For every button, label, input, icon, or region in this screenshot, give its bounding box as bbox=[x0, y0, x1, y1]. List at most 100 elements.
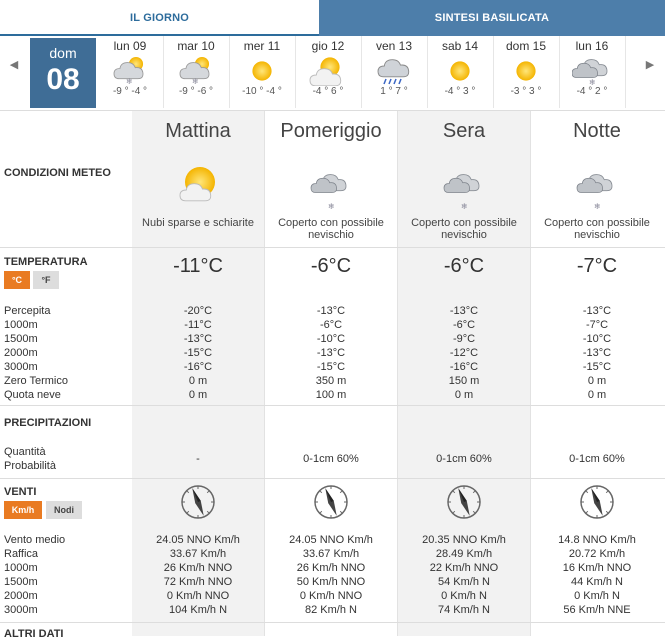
cloud-rain-icon bbox=[361, 54, 427, 86]
day-label: mar 10 bbox=[177, 39, 215, 53]
wind-values-sera: 20.35 NNO Km/h 28.49 Km/h 22 Km/h NNO 54 Km… bbox=[398, 533, 530, 617]
sun-cloud-icon bbox=[295, 54, 361, 87]
temp-value: -13°C bbox=[582, 305, 612, 317]
label-zero-termico: Zero Termico bbox=[4, 375, 68, 387]
temp-value: 0 m bbox=[587, 389, 607, 401]
temp-value: 0 m bbox=[454, 389, 474, 401]
next-arrow-icon[interactable]: ▶ bbox=[640, 58, 660, 71]
celsius-toggle[interactable]: °C bbox=[4, 271, 30, 289]
wind-value: 56 Km/h NNE bbox=[563, 604, 631, 616]
tab-il-giorno[interactable]: IL GIORNO bbox=[0, 0, 319, 36]
knots-toggle[interactable]: Nodi bbox=[46, 501, 82, 519]
temp-value: -13°C bbox=[316, 347, 346, 359]
wind-value: 50 Km/h NNO bbox=[296, 576, 366, 588]
svg-text:❄: ❄ bbox=[461, 202, 468, 210]
kmh-toggle[interactable]: Km/h bbox=[4, 501, 42, 519]
divider bbox=[0, 405, 665, 406]
temp-value: -15°C bbox=[183, 347, 213, 359]
wind-value: 0 Km/h N bbox=[574, 590, 620, 602]
wind-values-pomeriggio: 24.05 NNO Km/h 33.67 Km/h 26 Km/h NNO 50 Km… bbox=[265, 533, 397, 617]
day-label: mer 11 bbox=[243, 39, 281, 53]
prev-arrow-icon[interactable]: ◀ bbox=[4, 58, 24, 71]
day-temp-range: -9 ° -4 ° bbox=[112, 86, 148, 97]
temp-value: -6°C bbox=[452, 319, 476, 331]
section-conditions: CONDIZIONI METEO bbox=[4, 167, 111, 179]
day-label: gio 12 bbox=[311, 39, 345, 53]
day-0[interactable]: lun 09 ❄ -9 ° -4 ° bbox=[97, 36, 164, 108]
day-temp-range: -3 ° 3 ° bbox=[510, 86, 542, 97]
temp-value: -13°C bbox=[316, 305, 346, 317]
temp-pomeriggio: -6°C bbox=[310, 255, 352, 277]
temp-value: -15°C bbox=[316, 361, 346, 373]
temp-values-notte: -13°C -7°C -10°C -13°C -15°C 0 m 0 m bbox=[531, 304, 663, 402]
day-temp-range: -10 ° -4 ° bbox=[242, 86, 282, 97]
section-precipitation: PRECIPITAZIONI bbox=[4, 417, 92, 429]
temp-value: -20°C bbox=[183, 305, 213, 317]
day-temp-range: -4 ° 6 ° bbox=[312, 86, 344, 97]
label-1000m: 1000m bbox=[4, 562, 38, 574]
wind-value: 104 Km/h N bbox=[168, 604, 228, 616]
temp-value: 150 m bbox=[448, 375, 480, 387]
precip-mattina: - bbox=[196, 453, 200, 465]
wind-value: 24.05 NNO Km/h bbox=[156, 534, 240, 546]
label-percepita: Percepita bbox=[4, 305, 51, 317]
wind-value: 82 Km/h N bbox=[305, 604, 357, 616]
temp-value: -12°C bbox=[449, 347, 479, 359]
day-7[interactable]: lun 16 ❄ -4 ° 2 ° bbox=[559, 36, 626, 108]
temp-value: -15°C bbox=[582, 361, 612, 373]
temp-value: 0 m bbox=[188, 375, 208, 387]
day-4[interactable]: ven 13 1 ° 7 ° bbox=[361, 36, 428, 108]
wind-value: 28.49 Km/h bbox=[435, 548, 493, 560]
temp-value: -13°C bbox=[449, 305, 479, 317]
day-label: lun 16 bbox=[575, 39, 609, 53]
label-quantita: Quantità bbox=[4, 446, 46, 458]
day-label: dom 15 bbox=[505, 39, 547, 53]
period-notte: Notte bbox=[573, 120, 621, 142]
day-1[interactable]: mar 10 ❄ -9 ° -6 ° bbox=[163, 36, 230, 108]
temp-value: -10°C bbox=[316, 333, 346, 345]
wind-value: 20.72 Km/h bbox=[568, 548, 626, 560]
temp-values-sera: -13°C -6°C -9°C -12°C -16°C 150 m 0 m bbox=[398, 304, 530, 402]
divider bbox=[0, 622, 665, 623]
wind-value: 33.67 Km/h bbox=[302, 548, 360, 560]
section-temperature: TEMPERATURA bbox=[4, 256, 88, 268]
cloud-snow-icon: ❄ bbox=[398, 160, 530, 211]
day-temp-range: -4 ° 3 ° bbox=[444, 86, 476, 97]
temp-value: 100 m bbox=[315, 389, 347, 401]
temp-mattina: -11°C bbox=[173, 255, 223, 277]
wind-value: 44 Km/h N bbox=[571, 576, 623, 588]
label-raffica: Raffica bbox=[4, 548, 39, 560]
wind-value: 72 Km/h NNO bbox=[163, 576, 233, 588]
day-label: sab 14 bbox=[441, 39, 479, 53]
day-3[interactable]: gio 12 -4 ° 6 ° bbox=[295, 36, 362, 108]
label-1000m: 1000m bbox=[4, 319, 38, 331]
sun-icon bbox=[427, 54, 493, 86]
label-2000m: 2000m bbox=[4, 347, 38, 359]
day-2[interactable]: mer 11 -10 ° -4 ° bbox=[229, 36, 296, 108]
wind-value: 20.35 NNO Km/h bbox=[422, 534, 506, 546]
temp-value: -6°C bbox=[319, 319, 343, 331]
cloud-snow-icon: ❄ bbox=[559, 54, 625, 87]
precip-pomeriggio: 0-1cm 60% bbox=[303, 453, 359, 465]
wind-row-labels: Vento medio Raffica 1000m 1500m 2000m 30… bbox=[4, 533, 65, 617]
sun-cloud-icon bbox=[132, 160, 264, 210]
section-wind: VENTI bbox=[4, 486, 37, 498]
wind-values-mattina: 24.05 NNO Km/h 33.67 Km/h 26 Km/h NNO 72 Km… bbox=[132, 533, 264, 617]
day-6[interactable]: dom 15 -3 ° 3 ° bbox=[493, 36, 560, 108]
day-label: ven 13 bbox=[375, 39, 413, 53]
today-card[interactable]: dom 08 bbox=[30, 38, 96, 108]
tab-sintesi-basilicata[interactable]: SINTESI BASILICATA bbox=[319, 0, 665, 36]
day-label: lun 09 bbox=[113, 39, 147, 53]
condition-text: Coperto con possibile nevischio bbox=[278, 217, 384, 241]
label-3000m: 3000m bbox=[4, 361, 38, 373]
temp-value: -7°C bbox=[585, 319, 609, 331]
fahrenheit-toggle[interactable]: °F bbox=[33, 271, 59, 289]
day-temp-range: -9 ° -6 ° bbox=[178, 86, 214, 97]
sun-icon bbox=[229, 54, 295, 86]
svg-text:❄: ❄ bbox=[589, 78, 596, 86]
temp-value: 0 m bbox=[188, 389, 208, 401]
day-temp-range: -4 ° 2 ° bbox=[576, 86, 608, 97]
wind-value: 0 Km/h N bbox=[441, 590, 487, 602]
day-5[interactable]: sab 14 -4 ° 3 ° bbox=[427, 36, 494, 108]
tab-bar: IL GIORNO SINTESI BASILICATA bbox=[0, 0, 665, 36]
